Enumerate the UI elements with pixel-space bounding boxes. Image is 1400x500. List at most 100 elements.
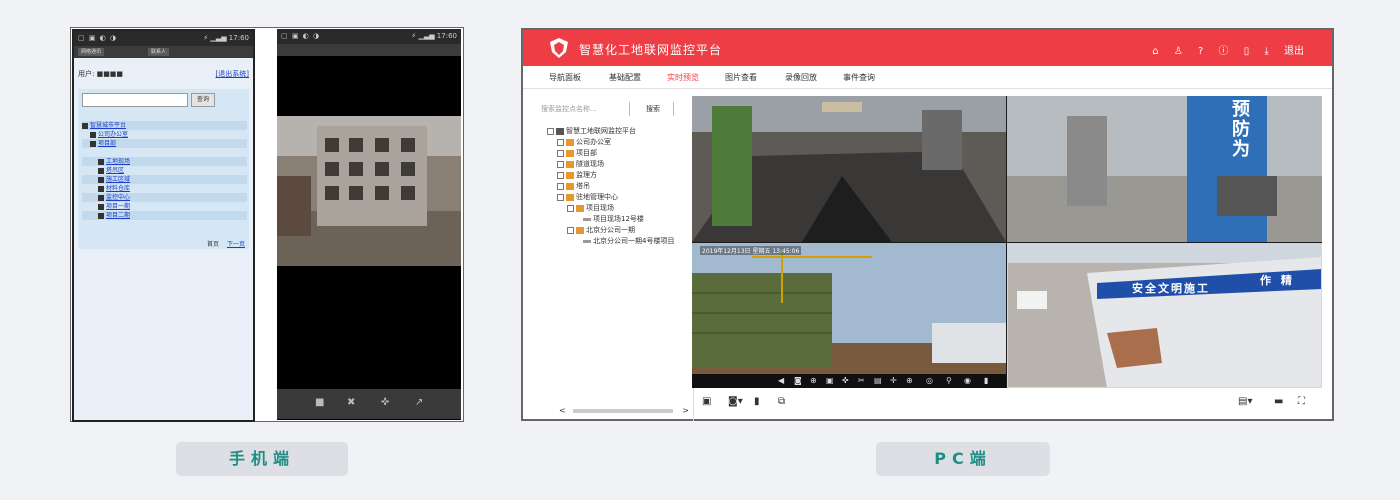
layout-dropdown-icon[interactable]: ▤▾ <box>1238 396 1252 407</box>
snapshot-dropdown-icon[interactable]: ◙▾ <box>728 396 743 407</box>
tree-node[interactable]: 工地现场 <box>98 157 130 166</box>
delete-icon[interactable]: ▮ <box>984 376 988 385</box>
mobile-search-input[interactable] <box>82 93 188 107</box>
tree-leaf[interactable]: 项目现场12号楼 <box>583 214 644 224</box>
tree-node[interactable]: 项目部 <box>557 148 597 158</box>
mute-icon[interactable]: ◀ <box>778 376 784 385</box>
user-icon[interactable]: ♙ <box>1174 46 1183 57</box>
camera-icon[interactable]: ▣ <box>702 396 711 407</box>
record-icon[interactable]: ▣ <box>826 376 834 385</box>
safety-banner-text: 安全文明施工 <box>1132 282 1210 295</box>
zoom-icon[interactable]: ⊕ <box>810 376 817 385</box>
mobile-player-controls: ■ ✖ ✜ ↗ <box>277 389 461 419</box>
tree-leaf[interactable]: 北京分公司一期4号楼项目 <box>583 236 674 246</box>
mobile-browser-tabs-2 <box>277 44 461 56</box>
help-icon[interactable]: ? <box>1198 46 1203 57</box>
tree-node[interactable]: 材料仓库 <box>98 184 130 193</box>
zoom-in-icon[interactable]: ⊕ <box>906 376 913 385</box>
camera-feed-1[interactable] <box>692 96 1006 242</box>
camera-feed-3[interactable] <box>692 243 1006 388</box>
logout-link[interactable]: [退出系统] <box>216 69 249 79</box>
pin-icon[interactable]: ⚲ <box>946 376 952 385</box>
camera-feed-4[interactable] <box>1007 243 1322 388</box>
tree-node[interactable]: 监理方 <box>557 170 597 180</box>
mobile-screenshot-group: ▢ ▣ ◐ ◑ ⚡ ▁▃▅ 17:60 网络通讯 联系人 用户: ■■■■ [退… <box>70 27 464 422</box>
tree-node[interactable]: 项目二期 <box>98 211 130 220</box>
camera-mini-toolbar: ◀ ◙ ⊕ ▣ ✜ ✂ ▤ ✛ ⊕ ◎ ⚲ ◉ ▮ <box>692 374 1006 388</box>
close-icon[interactable]: ✖ <box>347 397 355 408</box>
scroll-left-icon[interactable]: < <box>559 406 566 415</box>
bookmark-icon[interactable]: ▮ <box>754 396 760 407</box>
tree-node[interactable]: 隧道现场 <box>557 159 604 169</box>
stop-icon[interactable]: ■ <box>315 397 324 408</box>
tree-node[interactable]: 项目部 <box>90 139 116 148</box>
status-icons: ▢ ▣ ◐ ◑ <box>78 34 118 42</box>
camera-search-input[interactable]: 搜索监控点名称... <box>541 102 630 116</box>
download-icon[interactable]: ⤓ <box>1264 46 1268 57</box>
tree-node[interactable]: 项目现场 <box>567 203 614 213</box>
status-icons-2: ▢ ▣ ◐ ◑ <box>281 32 321 40</box>
safety-sign-text: 预防为 <box>1232 99 1250 160</box>
tree-node[interactable]: 公司办公室 <box>90 130 128 139</box>
app-title: 智慧化工地联网监控平台 <box>579 43 723 57</box>
status-time-2: ⚡ ▁▃▅ 17:60 <box>411 32 457 40</box>
tree-node[interactable]: 施工区域 <box>98 175 130 184</box>
tree-node[interactable]: 北京分公司一期 <box>567 225 635 235</box>
status-time: ⚡ ▁▃▅ 17:60 <box>203 34 249 42</box>
tab-basic-config[interactable]: 基础配置 <box>609 72 641 83</box>
tree-node[interactable]: 监控中心 <box>98 193 130 202</box>
move-icon[interactable]: ✛ <box>890 376 897 385</box>
pc-device-sidebar: 搜索监控点名称... 搜索 智慧工地联网监控平台 公司办公室 项目部 隧道现场 … <box>533 96 694 421</box>
shield-logo-icon <box>550 38 568 58</box>
home-icon[interactable]: ⌂ <box>1152 46 1158 57</box>
info-icon[interactable]: ⓘ <box>1219 46 1229 57</box>
tree-node[interactable]: 塔吊 <box>557 181 590 191</box>
mobile-search-button[interactable]: 查询 <box>191 93 215 107</box>
mobile-status-bar-2: ▢ ▣ ◐ ◑ ⚡ ▁▃▅ 17:60 <box>277 29 461 44</box>
pager-first[interactable]: 首页 <box>207 241 219 248</box>
mobile-tree-panel: 查询 智慧城市平台 公司办公室 项目部 工地现场 塔吊区 施工区域 材料仓库 监… <box>78 89 249 249</box>
tree-node[interactable]: 驻地管理中心 <box>557 192 618 202</box>
image-icon[interactable]: ▤ <box>874 376 882 385</box>
cut-icon[interactable]: ✂ <box>858 376 865 385</box>
tab-nav-panel[interactable]: 导航面板 <box>549 72 581 83</box>
tree-root[interactable]: 智慧工地联网监控平台 <box>547 126 636 136</box>
fullscreen-icon[interactable]: ↗ <box>415 397 423 408</box>
ptz-icon[interactable]: ✜ <box>381 397 389 408</box>
mobile-video-screen: ▢ ▣ ◐ ◑ ⚡ ▁▃▅ 17:60 ■ ✖ ✜ ↗ <box>277 29 461 420</box>
camera-feed-2[interactable] <box>1007 96 1322 242</box>
tree-node[interactable]: 塔吊区 <box>98 166 124 175</box>
tab-playback[interactable]: 录像回放 <box>785 72 817 83</box>
user-label: 用户: ■■■■ <box>78 70 124 78</box>
browser-tab-2[interactable]: 联系人 <box>148 48 170 56</box>
camera-search-button[interactable]: 搜索 <box>633 102 674 116</box>
tab-image-view[interactable]: 图片查看 <box>725 72 757 83</box>
snapshot-icon[interactable]: ◙ <box>794 376 802 385</box>
single-view-icon[interactable]: ▬ <box>1274 396 1283 407</box>
pc-header: 智慧化工地联网监控平台 ⌂ ♙ ? ⓘ ▯ ⤓ 退出 <box>523 30 1332 66</box>
tree-node[interactable]: 公司办公室 <box>557 137 611 147</box>
mobile-browser-tabs: 网络通讯 联系人 <box>74 46 253 58</box>
ptz-icon[interactable]: ✜ <box>842 376 849 385</box>
scroll-right-icon[interactable]: > <box>682 406 689 415</box>
sidebar-h-scrollbar[interactable]: < > <box>559 406 689 415</box>
target-icon[interactable]: ◎ <box>926 376 933 385</box>
header-actions: ⌂ ♙ ? ⓘ ▯ ⤓ 退出 <box>1140 42 1304 57</box>
browser-tab-1[interactable]: 网络通讯 <box>78 48 105 56</box>
mobile-header: 用户: ■■■■ [退出系统] <box>78 69 249 81</box>
fullscreen-icon[interactable]: ⛶ <box>1298 396 1305 407</box>
mobile-video-feed <box>277 116 461 266</box>
play-icon[interactable]: ◉ <box>964 376 971 385</box>
logout-button[interactable]: 退出 <box>1284 46 1304 57</box>
pc-nav-bar: 导航面板 基础配置 实时预览 图片查看 录像回放 事件查询 <box>523 66 1332 89</box>
pc-screenshot: 智慧化工地联网监控平台 ⌂ ♙ ? ⓘ ▯ ⤓ 退出 导航面板 基础配置 实时预… <box>521 28 1334 421</box>
tab-event-query[interactable]: 事件查询 <box>843 72 875 83</box>
pager-next[interactable]: 下一页 <box>227 241 245 248</box>
tree-node[interactable]: 智慧城市平台 <box>82 121 126 130</box>
device-icon[interactable]: ▯ <box>1244 46 1250 57</box>
copy-icon[interactable]: ⧉ <box>778 396 785 407</box>
video-grid: 预防为 2019年12月13日 星期五 13:45:06 ◀ ◙ ⊕ ▣ ✜ ✂… <box>692 96 1322 388</box>
camera-timestamp: 2019年12月13日 星期五 13:45:06 <box>700 246 802 255</box>
tree-node[interactable]: 项目一期 <box>98 202 130 211</box>
tab-live-preview[interactable]: 实时预览 <box>667 72 699 83</box>
